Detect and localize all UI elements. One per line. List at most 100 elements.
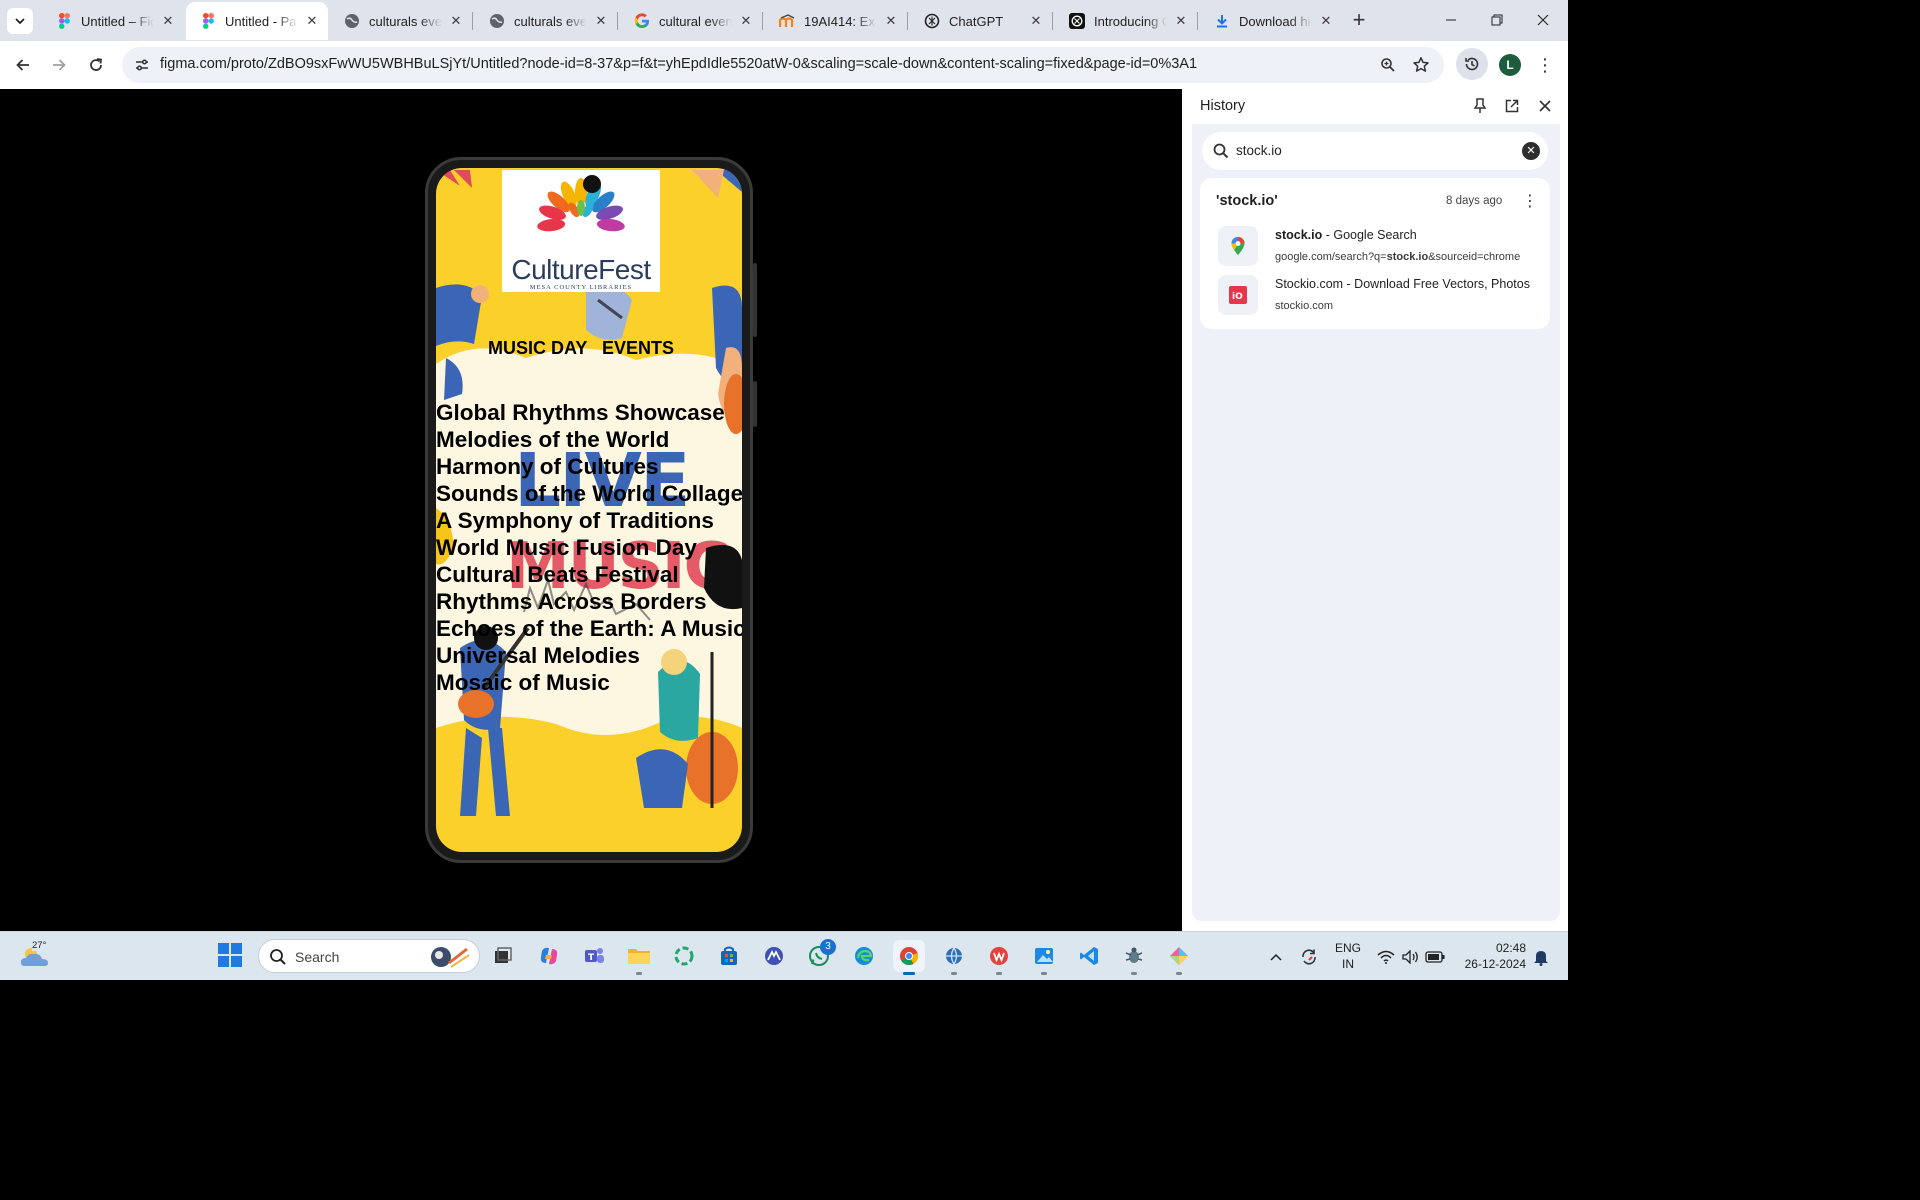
teams-icon[interactable]: T xyxy=(578,940,610,972)
close-panel-button[interactable] xyxy=(1534,95,1556,117)
browser-menu-icon[interactable]: ⋮ xyxy=(1534,52,1556,78)
profile-avatar[interactable]: L xyxy=(1499,54,1521,76)
event-item[interactable]: Sounds of the World Collage xyxy=(436,480,742,507)
figma-icon xyxy=(200,13,216,29)
app-bug-icon[interactable] xyxy=(1118,940,1150,975)
tab-close-icon[interactable]: ✕ xyxy=(1318,13,1334,29)
vscode-icon[interactable] xyxy=(1073,940,1105,972)
edge-icon[interactable] xyxy=(848,940,880,972)
taskbar-search-box[interactable]: Search xyxy=(258,939,480,973)
file-explorer-icon[interactable] xyxy=(623,940,655,975)
tab-close-icon[interactable]: ✕ xyxy=(1028,13,1044,29)
app-circle-icon[interactable] xyxy=(668,940,700,972)
history-search-input[interactable]: stock.io ✕ xyxy=(1202,132,1548,170)
address-bar[interactable]: figma.com/proto/ZdBO9sxFwWU5WBHBuLSjYt/U… xyxy=(122,47,1444,83)
search-icon xyxy=(270,949,286,965)
photos-icon[interactable] xyxy=(1028,940,1060,975)
close-window-button[interactable] xyxy=(1520,0,1566,40)
back-button[interactable] xyxy=(9,51,37,79)
battery-icon[interactable] xyxy=(1423,932,1447,981)
zoom-icon[interactable] xyxy=(1376,53,1400,77)
tab-culturals-events-2[interactable]: culturals events ✕ xyxy=(475,2,617,40)
close-icon xyxy=(1537,14,1549,26)
tab-close-icon[interactable]: ✕ xyxy=(738,13,754,29)
search-highlight-icon xyxy=(431,947,470,968)
restore-button[interactable] xyxy=(1474,0,1520,40)
tab-19ai414[interactable]: 19AI414: Ex 0 ✕ xyxy=(765,2,907,40)
notification-bell-icon[interactable] xyxy=(1530,932,1552,981)
tab-untitled-page[interactable]: Untitled - Page ✕ xyxy=(186,2,328,40)
tab-close-icon[interactable]: ✕ xyxy=(593,13,609,29)
event-item[interactable]: Cultural Beats Festival xyxy=(436,561,742,588)
site-info-icon[interactable] xyxy=(130,53,154,77)
show-hidden-icons-chevron-icon[interactable] xyxy=(1266,932,1286,981)
event-item[interactable]: Rhythms Across Borders xyxy=(436,588,742,615)
tab-title: 19AI414: Ex 0 xyxy=(804,13,877,29)
wps-office-icon[interactable] xyxy=(983,940,1015,975)
nav-music-day[interactable]: MUSIC DAY xyxy=(488,338,587,359)
event-item[interactable]: Melodies of the World xyxy=(436,426,742,453)
event-item[interactable]: Mosaic of Music xyxy=(436,669,742,696)
entry-url-pre: google.com/search?q= xyxy=(1275,251,1387,263)
tab-close-icon[interactable]: ✕ xyxy=(160,13,176,29)
app-diamond-icon[interactable] xyxy=(1163,940,1195,975)
tab-download-history[interactable]: Download history ✕ xyxy=(1200,2,1342,40)
clear-search-icon[interactable]: ✕ xyxy=(1522,142,1540,160)
clock-date: 26-12-2024 xyxy=(1464,957,1526,971)
app-mountain-icon[interactable] xyxy=(758,940,790,972)
tab-close-icon[interactable]: ✕ xyxy=(448,13,464,29)
more-options-icon[interactable]: ⋮ xyxy=(1522,190,1538,212)
minimize-button[interactable] xyxy=(1428,0,1474,40)
logo-wordmark: CultureFest xyxy=(511,254,651,285)
history-side-panel: History stock.io ✕ 'stock.io' 8 days ago… xyxy=(1182,89,1568,931)
event-item[interactable]: A Symphony of Traditions xyxy=(436,507,742,534)
svg-text:iO: iO xyxy=(1232,292,1243,302)
close-icon xyxy=(1539,100,1551,112)
tab-search-button[interactable] xyxy=(7,8,33,34)
tab-close-icon[interactable]: ✕ xyxy=(1173,13,1189,29)
event-item[interactable]: World Music Fusion Day xyxy=(436,534,742,561)
weather-temperature: 27° xyxy=(32,940,47,951)
app-globe-icon[interactable] xyxy=(938,940,970,975)
input-language-indicator[interactable]: ENG IN xyxy=(1334,940,1362,972)
event-item[interactable]: Echoes of the Earth: A Musical xyxy=(436,615,742,642)
history-search-value[interactable]: stock.io xyxy=(1236,143,1282,158)
windows-start-icon[interactable] xyxy=(218,943,242,967)
reload-button[interactable] xyxy=(82,51,110,79)
system-clock[interactable]: 02:48 26-12-2024 xyxy=(1456,940,1526,972)
history-toolbar-button[interactable] xyxy=(1456,48,1488,80)
tab-introducing-chatgpt[interactable]: Introducing ChatGPT ✕ xyxy=(1055,2,1197,40)
event-item[interactable]: Global Rhythms Showcase xyxy=(436,399,742,426)
pin-panel-button[interactable] xyxy=(1469,95,1491,117)
windows-taskbar: 27° Search T 3 ENG IN 02:48 26-12-2024 xyxy=(0,931,1568,980)
history-entry-stockio[interactable]: iO Stockio.com - Download Free Vectors, … xyxy=(1218,275,1538,319)
forward-button[interactable] xyxy=(45,51,73,79)
pin-icon xyxy=(1473,98,1487,113)
tab-cultural-events-google[interactable]: cultural events ✕ xyxy=(620,2,762,40)
nav-events[interactable]: EVENTS xyxy=(602,338,674,359)
tab-separator xyxy=(762,12,763,30)
tab-chatgpt[interactable]: ChatGPT ✕ xyxy=(910,2,1052,40)
tab-culturals-events-1[interactable]: culturals events ✕ xyxy=(330,2,472,40)
copilot-icon[interactable] xyxy=(533,940,565,972)
sync-icon[interactable] xyxy=(1296,932,1322,981)
open-in-new-tab-button[interactable] xyxy=(1501,95,1523,117)
history-entry-google-search[interactable]: stock.io - Google Search google.com/sear… xyxy=(1218,226,1538,270)
url-text[interactable]: figma.com/proto/ZdBO9sxFwWU5WBHBuLSjYt/U… xyxy=(160,56,1197,72)
tab-title: Untitled – Figma xyxy=(81,13,154,29)
event-item[interactable]: Harmony of Cultures xyxy=(436,453,742,480)
running-indicator xyxy=(1131,972,1137,975)
tab-close-icon[interactable]: ✕ xyxy=(304,13,320,29)
microsoft-store-icon[interactable] xyxy=(713,940,745,972)
wifi-icon[interactable] xyxy=(1374,932,1398,981)
chrome-icon[interactable] xyxy=(893,940,925,975)
bookmark-star-icon[interactable] xyxy=(1409,53,1433,77)
tab-close-icon[interactable]: ✕ xyxy=(883,13,899,29)
volume-icon[interactable] xyxy=(1399,932,1423,981)
tab-untitled-figma[interactable]: Untitled – Figma ✕ xyxy=(42,2,184,40)
search-icon xyxy=(1213,143,1229,159)
event-item[interactable]: Universal Melodies xyxy=(436,642,742,669)
new-tab-button[interactable]: + xyxy=(1347,9,1371,33)
entry-title-rest: - Google Search xyxy=(1322,228,1417,242)
task-view-icon[interactable] xyxy=(487,940,519,972)
